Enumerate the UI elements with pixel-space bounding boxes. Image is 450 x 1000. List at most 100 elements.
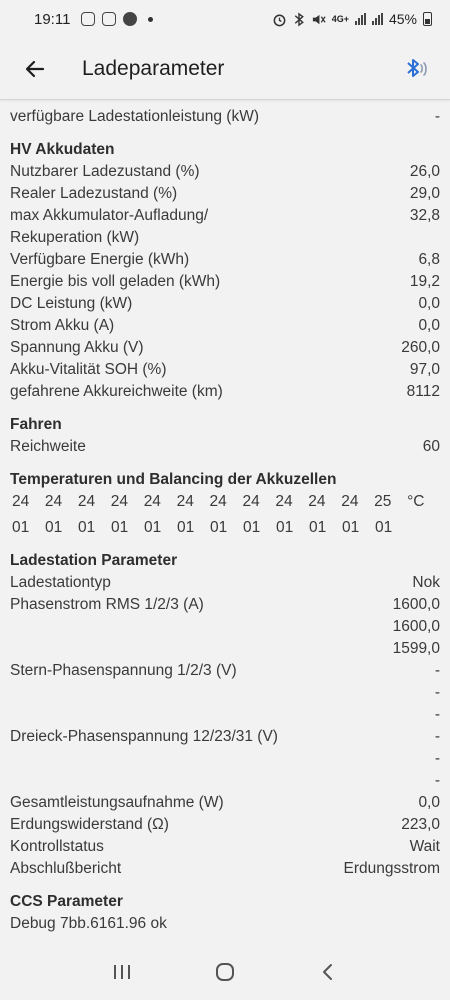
info-row: Spannung Akku (V) 260,0 [0,337,450,359]
notification-app-icon [102,12,117,26]
row-label: DC Leistung (kW) [10,295,133,312]
more-notifications-icon [148,16,154,22]
info-row-continuation: 1599,0 [0,638,450,660]
row-value: Nok [412,574,440,591]
page-title: Ladeparameter [82,56,225,80]
temp-unit: °C [407,493,425,510]
info-row: Verfügbare Energie (kWh) 6,8 [0,249,450,271]
recents-icon [113,965,130,979]
arrow-left-icon [25,60,45,77]
row-value: - [434,108,440,125]
section-title-ccs: CCS Parameter [10,893,123,910]
messenger-icon [123,12,138,26]
info-row: Phasenstrom RMS 1/2/3 (A) 1600,0 [0,594,450,616]
row-value: - [434,706,440,723]
info-row: Nutzbarer Ladezustand (%) 26,0 [0,161,450,183]
row-value: 6,8 [418,251,440,268]
status-time: 19:11 [34,10,71,28]
cell-balancing: 01 [309,519,327,536]
bluetooth-icon [407,58,427,77]
row-label: Erdungswiderstand (Ω) [10,816,169,833]
cell-temp: 24 [275,493,293,510]
row-label: Energie bis voll geladen (kWh) [10,273,221,290]
row-label: Gesamtleistungsaufnahme (W) [10,794,224,811]
info-row: Stern-Phasenspannung 1/2/3 (V) - [0,660,450,682]
cell-temp: 25 [374,493,392,510]
system-nav-bar [0,944,450,1000]
content-list[interactable]: verfügbare Ladestationleistung (kW) - HV… [0,106,450,935]
cell-balancing: 01 [375,519,393,536]
signal-icon [371,13,383,25]
cell-balancing: 01 [276,519,294,536]
app-bar: Ladeparameter [0,38,450,100]
info-row: Realer Ladezustand (%) 29,0 [0,183,450,205]
row-value: 0,0 [418,794,440,811]
row-value: 0,0 [418,317,440,334]
info-row: Abschlußbericht Erdungsstrom [0,858,450,880]
row-label: max Akkumulator-Aufladung/ Rekuperation … [10,207,209,246]
info-row: Energie bis voll geladen (kWh) 19,2 [0,271,450,293]
home-button[interactable] [205,952,245,992]
info-row: verfügbare Ladestationleistung (kW) - [0,106,450,128]
cell-temp: 24 [209,493,227,510]
recents-button[interactable] [102,952,142,992]
row-value: 32,8 [409,207,440,224]
info-row-continuation: 1600,0 [0,616,450,638]
row-label: Strom Akku (A) [10,317,115,334]
info-row-continuation: - [0,704,450,726]
info-row-continuation: - [0,748,450,770]
cell-balancing: 01 [45,519,63,536]
cell-temp: 24 [12,493,30,510]
network-type: 4G+ [331,14,349,24]
info-row: Ladestationtyp Nok [0,572,450,594]
back-button[interactable] [18,52,52,86]
row-label: Abschlußbericht [10,860,122,877]
row-value: Wait [409,838,440,855]
status-bar: 19:11 4G+ 45% [0,0,450,38]
nav-back-button[interactable] [308,952,348,992]
info-row-continuation: - [0,682,450,704]
row-value: 97,0 [409,361,440,378]
home-icon [215,963,234,981]
cell-temp: 24 [242,493,260,510]
row-label: Phasenstrom RMS 1/2/3 (A) [10,596,204,613]
info-row: Dreieck-Phasenspannung 12/23/31 (V) - [0,726,450,748]
cell-balancing: 01 [12,519,30,536]
info-row-continuation: - [0,770,450,792]
info-row: Debug 7bb.6161.96 ok [0,913,450,935]
row-label: gefahrene Akkureichweite (km) [10,383,223,400]
section-title-hv: HV Akkudaten [10,141,115,158]
cell-temp: 24 [110,493,129,510]
row-label: Nutzbarer Ladezustand (%) [10,163,200,180]
cell-temp: 24 [176,493,194,510]
row-value: 223,0 [401,816,440,833]
row-value: 0,0 [418,295,440,312]
cell-temp: 24 [308,493,326,510]
row-label: Spannung Akku (V) [10,339,144,356]
cell-balancing: 01 [144,519,162,536]
row-value: 29,0 [409,185,440,202]
row-label: Reichweite [10,438,86,455]
info-row: Kontrollstatus Wait [0,836,450,858]
row-label: Kontrollstatus [10,838,104,855]
bluetooth-button[interactable] [402,54,432,84]
info-row: Reichweite 60 [0,436,450,458]
info-row: Akku-Vitalität SOH (%) 97,0 [0,359,450,381]
debug-text: Debug 7bb.6161.96 ok [10,915,167,932]
alarm-icon [273,14,286,26]
cell-balancing: 01 [210,519,228,536]
section-title-ladestation: Ladestation Parameter [10,552,178,569]
notification-app-icon [81,12,96,26]
cell-balancing-row: 01 01 01 01 01 01 01 01 01 01 01 01 [0,517,450,539]
row-label: Realer Ladezustand (%) [10,185,178,202]
row-label: Verfügbare Energie (kWh) [10,251,190,268]
row-value: 26,0 [409,163,440,180]
status-bluetooth-icon [294,11,304,27]
cell-temp: 24 [143,493,161,510]
row-label: verfügbare Ladestationleistung (kW) [10,108,259,125]
row-value: 1600,0 [392,618,440,635]
row-label: Akku-Vitalität SOH (%) [10,361,167,378]
info-row: Strom Akku (A) 0,0 [0,315,450,337]
row-label: Stern-Phasenspannung 1/2/3 (V) [10,662,237,679]
row-value: - [434,728,440,745]
